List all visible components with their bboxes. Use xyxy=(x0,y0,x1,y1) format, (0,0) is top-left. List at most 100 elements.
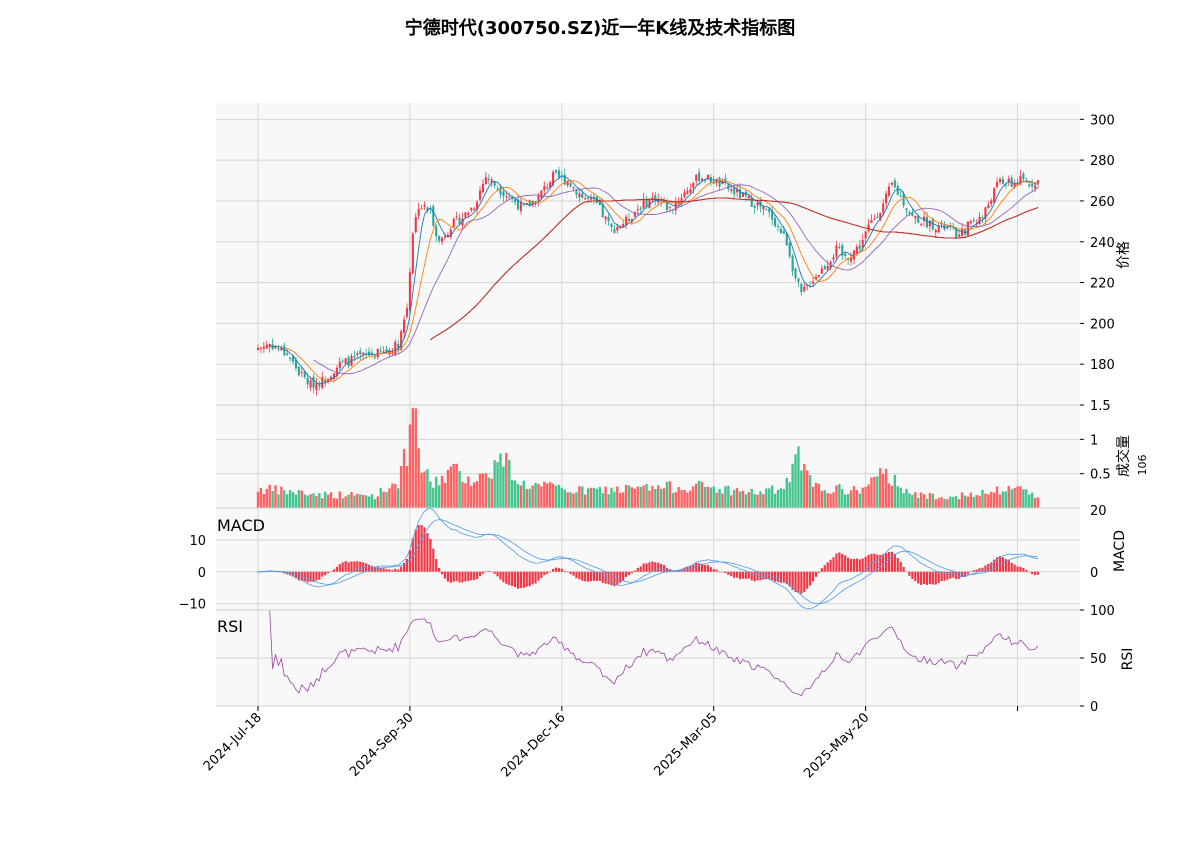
volume-bar xyxy=(306,495,309,508)
volume-bar xyxy=(671,493,675,508)
macd-histogram-bar xyxy=(785,571,788,585)
macd-histogram-bar xyxy=(747,571,750,579)
macd-histogram-bar xyxy=(376,567,379,572)
volume-bar xyxy=(323,491,327,508)
macd-histogram-bar xyxy=(844,555,847,572)
macd-histogram-bar xyxy=(1007,559,1010,572)
volume-bar xyxy=(364,495,368,508)
macd-histogram-bar xyxy=(908,571,911,576)
candle-body xyxy=(800,283,803,293)
volume-bar xyxy=(762,494,765,508)
macd-histogram-bar xyxy=(838,552,841,572)
macd-histogram-bar xyxy=(619,571,622,583)
volume-bar xyxy=(300,490,304,508)
volume-bar xyxy=(510,480,514,508)
volume-bar xyxy=(700,481,704,508)
macd-histogram-bar xyxy=(511,571,514,586)
macd-histogram-bar xyxy=(736,571,739,578)
candle-body xyxy=(423,204,426,207)
volume-bar xyxy=(1007,485,1010,508)
volume-bar xyxy=(957,499,961,508)
candle-body xyxy=(344,358,347,364)
panel-volume xyxy=(216,405,1080,508)
volume-bar xyxy=(665,481,669,508)
volume-bar xyxy=(338,491,341,508)
candle-body xyxy=(610,223,613,228)
candle-body xyxy=(259,347,262,349)
volume-bar xyxy=(399,465,403,508)
candle-body xyxy=(765,208,768,210)
volume-bar xyxy=(344,496,347,508)
macd-left-tick-label: 10 xyxy=(189,534,206,549)
volume-bar xyxy=(715,492,718,508)
candle-body xyxy=(256,347,260,351)
macd-histogram-bar xyxy=(753,571,756,582)
macd-histogram-bar xyxy=(589,571,593,582)
volume-bar xyxy=(286,494,289,508)
macd-histogram-bar xyxy=(852,558,856,572)
macd-histogram-bar xyxy=(803,571,806,592)
rsi-panel-label: RSI xyxy=(217,617,243,636)
volume-bar xyxy=(642,485,645,508)
macd-histogram-bar xyxy=(516,571,520,589)
candle-body xyxy=(262,346,265,349)
candle-body xyxy=(914,216,917,219)
volume-bar xyxy=(697,480,701,508)
volume-bar xyxy=(870,477,873,508)
volume-bar xyxy=(972,496,975,508)
macd-histogram-bar xyxy=(648,562,651,572)
candle-body xyxy=(481,183,484,193)
volume-bar xyxy=(741,490,745,508)
macd-histogram-bar xyxy=(931,571,934,585)
macd-histogram-bar xyxy=(949,571,952,579)
volume-bar xyxy=(452,463,455,508)
candle-body xyxy=(274,346,277,349)
macd-histogram-bar xyxy=(1025,569,1028,572)
volume-bar xyxy=(703,486,707,508)
macd-histogram-bar xyxy=(493,571,496,574)
candle-body xyxy=(458,217,461,225)
volume-bar xyxy=(864,486,867,508)
volume-bar xyxy=(662,488,666,508)
volume-bar xyxy=(925,498,929,508)
macd-histogram-bar xyxy=(344,561,347,572)
candle-body xyxy=(812,281,815,284)
candle-body xyxy=(776,226,780,228)
volume-bar xyxy=(902,493,905,508)
macd-histogram-bar xyxy=(724,571,727,574)
candle-body xyxy=(817,275,820,277)
macd-histogram-bar xyxy=(630,571,634,574)
macd-histogram-bar xyxy=(546,571,549,574)
volume-bar xyxy=(472,482,476,508)
volume-bar xyxy=(1013,488,1016,508)
volume-bar xyxy=(636,486,639,508)
macd-histogram-bar xyxy=(432,548,435,572)
candle-body xyxy=(265,344,268,349)
macd-histogram-bar xyxy=(706,565,709,572)
macd-histogram-bar xyxy=(639,566,642,572)
candle-body xyxy=(432,206,435,226)
volume-bar xyxy=(537,483,540,508)
macd-histogram-bar xyxy=(601,571,604,583)
volume-bar xyxy=(782,489,786,508)
price-axis-label: 价格 xyxy=(1116,241,1132,269)
volume-bar xyxy=(271,491,274,508)
macd-histogram-bar xyxy=(937,571,940,584)
volume-bar xyxy=(765,488,768,508)
macd-left-tick-label: 0 xyxy=(198,566,206,581)
candle-body xyxy=(730,189,733,192)
volume-bar xyxy=(879,468,882,508)
candle-body xyxy=(353,355,356,358)
volume-bar xyxy=(934,499,937,508)
candle-body xyxy=(505,196,508,198)
candle-body xyxy=(470,207,473,211)
candle-body xyxy=(1034,185,1037,189)
volume-bar xyxy=(592,487,596,508)
macd-histogram-bar xyxy=(464,571,467,582)
candle-body xyxy=(651,197,654,199)
candle-body xyxy=(762,206,765,210)
macd-histogram-bar xyxy=(718,571,721,573)
candle-body xyxy=(338,361,341,369)
candle-body xyxy=(1022,173,1025,180)
volume-bar xyxy=(826,493,829,508)
